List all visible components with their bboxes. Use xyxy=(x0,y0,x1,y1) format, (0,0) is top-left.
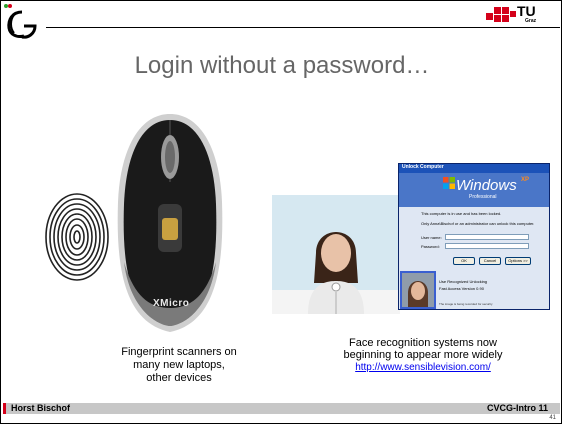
fingerprint-icon xyxy=(45,193,109,281)
username-field[interactable] xyxy=(445,234,529,240)
dialog-title: Unlock Computer xyxy=(402,164,444,170)
tu-logo-subtext: Graz xyxy=(525,18,537,24)
face-caption-line: beginning to appear more widely xyxy=(343,349,503,361)
password-label: Password: xyxy=(421,244,440,249)
windows-subtitle: Professional xyxy=(469,194,497,200)
slide-title: Login without a password… xyxy=(134,52,430,79)
cancel-button[interactable]: Cancel xyxy=(479,257,501,265)
status-text: Use Recognized Unlocking xyxy=(439,279,488,284)
footer-bar xyxy=(3,403,560,414)
footer-author: Horst Bischof xyxy=(11,403,71,413)
ok-button[interactable]: OK xyxy=(453,257,475,265)
fingerprint-caption-line: Fingerprint scanners on xyxy=(121,346,237,358)
fingerprint-caption: Fingerprint scanners on many new laptops… xyxy=(92,346,266,385)
fingerprint-caption-line: many new laptops, xyxy=(133,359,225,371)
status-text: Fast Access Version 0.90 xyxy=(439,286,484,291)
status-text: The image is being recorded for security xyxy=(439,302,493,306)
face-thumbnail-image xyxy=(402,273,434,307)
page-number: 41 xyxy=(549,415,556,421)
institute-logo-icon xyxy=(4,4,37,39)
woman-at-computer-image xyxy=(272,195,400,314)
header-rule xyxy=(46,27,560,28)
dialog-message: Only Anna\Bischof or an administrator ca… xyxy=(421,221,535,226)
windows-flag-icon xyxy=(443,177,455,189)
options-button[interactable]: Options >> xyxy=(505,257,531,265)
face-recognition-caption: Face recognition systems now beginning t… xyxy=(318,337,528,374)
footer-accent xyxy=(3,403,6,414)
windows-edition: XP xyxy=(521,177,530,183)
face-recognition-photo xyxy=(272,195,400,314)
face-caption-line: Face recognition systems now xyxy=(349,337,497,349)
windows-logo-text: Windows xyxy=(456,177,517,194)
windows-unlock-dialog: Unlock Computer Windows XP Professional … xyxy=(398,163,550,310)
dialog-message: This computer is in use and has been loc… xyxy=(421,211,502,216)
password-field[interactable] xyxy=(445,243,529,249)
fingerprint-caption-line: other devices xyxy=(146,372,212,384)
webcam-face-thumbnail xyxy=(400,271,436,309)
tu-logo-text: TU xyxy=(517,3,536,19)
sensiblevision-link[interactable]: http://www.sensiblevision.com/ xyxy=(355,362,491,373)
footer-course: CVCG-Intro 11 xyxy=(486,403,548,413)
mouse-brand-label: XMicro xyxy=(153,298,190,309)
username-label: User name: xyxy=(421,235,442,240)
